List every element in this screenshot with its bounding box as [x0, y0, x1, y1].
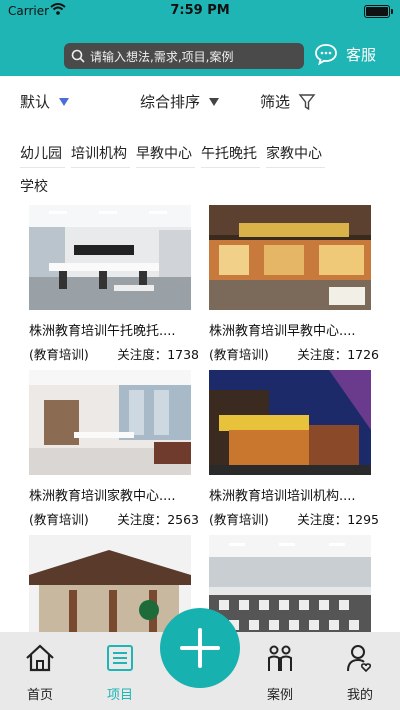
project-card[interactable]: 株洲教育培训家教中心.... (教育培训) 关注度：2563 — [29, 370, 199, 527]
project-image — [29, 370, 191, 475]
project-category: (教育培训) — [209, 347, 269, 362]
search-icon — [71, 49, 85, 63]
search-input[interactable]: 请输入想法,需求,项目,案例 — [64, 43, 304, 69]
sort-label: 综合排序 — [140, 93, 201, 111]
project-title: 株洲教育培训培训机构.... — [209, 489, 356, 504]
status-bar: Carrier 7:59 PM — [0, 0, 400, 22]
project-meta: (教育培训) 关注度：1738 — [29, 344, 199, 362]
sort-dropdown[interactable]: 综合排序 — [140, 91, 220, 112]
project-card[interactable]: 株洲教育培训早教中心.... (教育培训) 关注度：1726 — [209, 205, 379, 362]
project-title: 株洲教育培训早教中心.... — [209, 324, 356, 339]
project-image — [209, 370, 371, 475]
battery-icon — [364, 5, 393, 18]
list-icon — [85, 642, 155, 674]
project-card[interactable]: 株洲教育培训午托晚托.... (教育培训) 关注度：1738 — [29, 205, 199, 362]
tag-tutoring-center[interactable]: 家教中心 — [266, 143, 325, 168]
search-placeholder: 请输入想法,需求,项目,案例 — [90, 49, 234, 64]
project-card[interactable] — [209, 535, 379, 640]
tag-after-school-care[interactable]: 午托晚托 — [201, 143, 260, 168]
default-dropdown[interactable]: 默认 — [20, 91, 70, 112]
tab-home[interactable]: 首页 — [5, 642, 75, 703]
customer-service-button[interactable]: 客服 — [314, 42, 376, 66]
project-attention: 关注度：2563 — [117, 512, 199, 527]
project-meta: (教育培训) 关注度：1295 — [209, 509, 379, 527]
project-attention: 关注度：1738 — [117, 347, 199, 362]
chat-bubble-icon — [314, 43, 338, 65]
tab-cases[interactable]: 案例 — [245, 642, 315, 703]
triangle-down-icon — [58, 97, 70, 107]
project-meta: (教育培训) 关注度：1726 — [209, 344, 379, 362]
tag-kindergarten[interactable]: 幼儿园 — [20, 143, 65, 168]
project-attention: 关注度：1726 — [297, 347, 379, 362]
people-icon — [245, 642, 315, 674]
add-button[interactable] — [160, 608, 240, 688]
filter-label: 筛选 — [260, 93, 291, 111]
project-image — [209, 535, 371, 640]
user-heart-icon — [325, 642, 395, 674]
plus-icon — [178, 626, 222, 670]
service-label: 客服 — [346, 45, 377, 64]
home-icon — [5, 642, 75, 674]
triangle-down-icon — [208, 97, 220, 107]
project-image — [29, 205, 191, 310]
project-image — [209, 205, 371, 310]
tab-mine[interactable]: 我的 — [325, 642, 395, 703]
project-title: 株洲教育培训午托晚托.... — [29, 324, 176, 339]
project-category: (教育培训) — [29, 512, 89, 527]
tab-home-label: 首页 — [26, 688, 53, 703]
funnel-icon — [298, 93, 316, 111]
project-attention: 关注度：1295 — [297, 512, 379, 527]
tag-school[interactable]: 学校 — [20, 176, 48, 196]
tab-mine-label: 我的 — [346, 688, 373, 703]
tag-early-education[interactable]: 早教中心 — [136, 143, 195, 168]
tab-projects-label: 项目 — [106, 688, 133, 703]
project-title: 株洲教育培训家教中心.... — [29, 489, 176, 504]
project-card[interactable]: 株洲教育培训培训机构.... (教育培训) 关注度：1295 — [209, 370, 379, 527]
project-category: (教育培训) — [29, 347, 89, 362]
tab-cases-label: 案例 — [266, 688, 293, 703]
project-meta: (教育培训) 关注度：2563 — [29, 509, 199, 527]
project-category: (教育培训) — [209, 512, 269, 527]
tab-projects[interactable]: 项目 — [85, 642, 155, 703]
category-tags: 幼儿园 培训机构 早教中心 午托晚托 家教中心 学校 — [20, 143, 390, 196]
top-header: Carrier 7:59 PM 请输入想法,需求,项目,案例 客服 — [0, 0, 400, 76]
default-label: 默认 — [20, 93, 51, 111]
status-time: 7:59 PM — [170, 3, 230, 18]
filter-button[interactable]: 筛选 — [260, 91, 316, 112]
tag-training-institution[interactable]: 培训机构 — [71, 143, 130, 168]
filter-bar: 默认 综合排序 筛选 — [0, 76, 400, 128]
